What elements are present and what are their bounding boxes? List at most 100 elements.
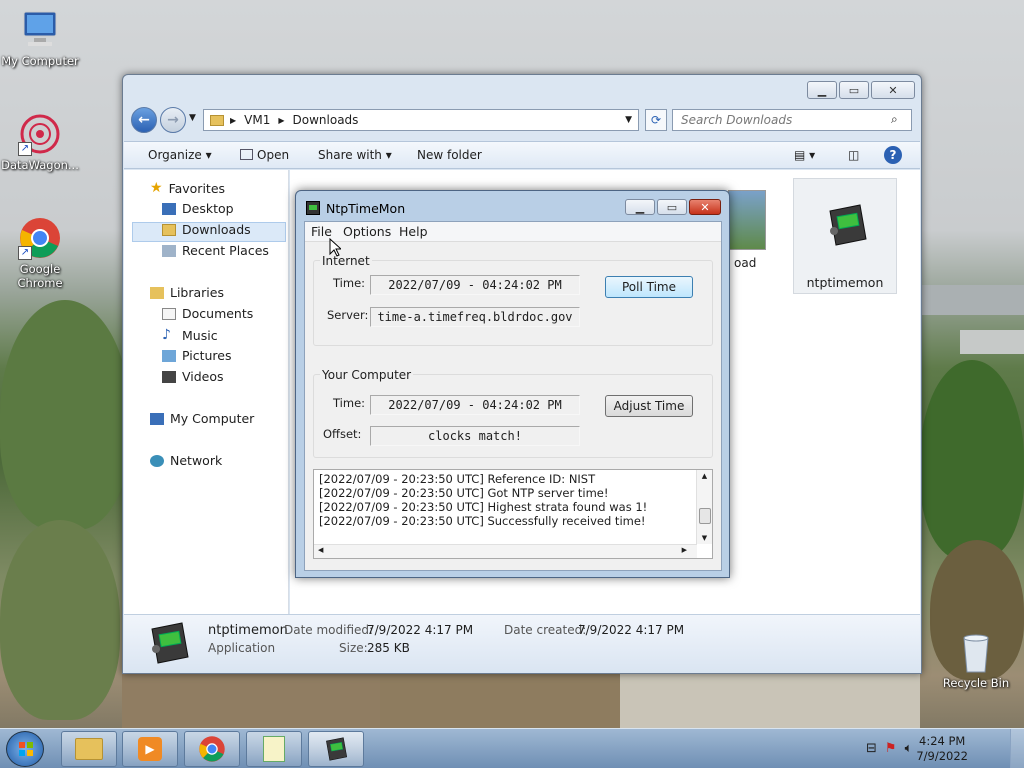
volume-icon[interactable]: 🔈︎ bbox=[905, 741, 913, 756]
details-file-name: ntptimemon bbox=[208, 623, 288, 638]
horizontal-scrollbar[interactable]: ◀ ▶ bbox=[314, 544, 697, 558]
share-with-menu[interactable]: Share with ▾ bbox=[318, 148, 392, 162]
nav-desktop[interactable]: Desktop bbox=[162, 201, 234, 216]
organize-menu[interactable]: Organize ▾ bbox=[148, 148, 212, 162]
computer-time-field: 2022/07/09 - 04:24:02 PM bbox=[370, 395, 580, 415]
desktop-icon-google-chrome[interactable]: ↗ Google Chrome bbox=[0, 216, 80, 290]
start-button[interactable] bbox=[6, 731, 44, 767]
taskbar-notepad-button[interactable] bbox=[246, 731, 302, 767]
desktop-icon-datawagon[interactable]: ↗ DataWagon... bbox=[0, 112, 80, 172]
minimize-button[interactable]: ▁ bbox=[807, 81, 837, 99]
recent-pages-dropdown-icon[interactable]: ▼ bbox=[189, 113, 196, 123]
close-button[interactable]: ✕ bbox=[689, 199, 721, 215]
clock[interactable]: 4:24 PM 7/9/2022 bbox=[916, 734, 968, 764]
back-button[interactable]: ← bbox=[131, 107, 157, 133]
computer-icon bbox=[150, 412, 164, 425]
address-dropdown-icon[interactable]: ▼ bbox=[625, 115, 632, 125]
menu-bar: File Options Help bbox=[305, 222, 721, 242]
maximize-button[interactable]: ▭ bbox=[657, 199, 687, 215]
videos-icon bbox=[162, 370, 176, 383]
media-player-icon: ▶ bbox=[138, 737, 162, 761]
window-controls: ▁ ▭ ✕ bbox=[625, 199, 721, 215]
scroll-right-icon[interactable]: ▶ bbox=[682, 546, 687, 554]
breadcrumb-vm1[interactable]: VM1 bbox=[244, 113, 270, 127]
maximize-button[interactable]: ▭ bbox=[839, 81, 869, 99]
nav-downloads[interactable]: Downloads bbox=[162, 222, 251, 237]
nav-documents[interactable]: Documents bbox=[162, 306, 253, 321]
action-center-icon[interactable]: ⚑ bbox=[885, 741, 897, 756]
recent-places-icon bbox=[162, 244, 176, 257]
desktop-icon-my-computer[interactable]: My Computer bbox=[0, 8, 80, 68]
taskbar-ntptimemon-button[interactable] bbox=[308, 731, 364, 767]
scroll-left-icon[interactable]: ◀ bbox=[318, 546, 323, 554]
close-button[interactable]: ✕ bbox=[871, 81, 915, 99]
menu-file[interactable]: File bbox=[311, 224, 332, 239]
nav-favorites[interactable]: ★ Favorites bbox=[150, 180, 225, 196]
adjust-time-button[interactable]: Adjust Time bbox=[605, 395, 693, 417]
offset-label: Offset: bbox=[323, 427, 362, 441]
nav-music[interactable]: ♪ Music bbox=[162, 327, 218, 343]
show-desktop-button[interactable] bbox=[1010, 729, 1024, 768]
your-computer-group-label: Your Computer bbox=[320, 368, 414, 382]
forward-button[interactable]: → bbox=[160, 107, 186, 133]
log-line: [2022/07/09 - 20:23:50 UTC] Got NTP serv… bbox=[319, 486, 609, 500]
file-label: oad bbox=[734, 256, 757, 270]
file-item-ntptimemon[interactable]: ntptimemon bbox=[793, 178, 897, 294]
scrollbar-thumb[interactable] bbox=[699, 508, 711, 524]
address-bar[interactable]: ▶ VM1 ▶ Downloads ▼ bbox=[203, 109, 639, 131]
minimize-button[interactable]: ▁ bbox=[625, 199, 655, 215]
help-icon[interactable]: ? bbox=[884, 146, 902, 164]
scroll-up-icon[interactable]: ▲ bbox=[697, 470, 712, 482]
chrome-icon: ↗ bbox=[18, 216, 62, 260]
details-modified-label: Date modified: bbox=[284, 623, 374, 637]
new-folder-button[interactable]: New folder bbox=[417, 148, 482, 162]
log-line: [2022/07/09 - 20:23:50 UTC] Reference ID… bbox=[319, 472, 596, 486]
image-thumbnail bbox=[728, 190, 766, 250]
open-button[interactable]: Open bbox=[240, 148, 289, 162]
log-line: [2022/07/09 - 20:23:50 UTC] Successfully… bbox=[319, 514, 646, 528]
breadcrumb-downloads[interactable]: Downloads bbox=[293, 113, 359, 127]
network-tray-icon[interactable]: ⊟ bbox=[866, 741, 877, 756]
nav-recent-places[interactable]: Recent Places bbox=[162, 243, 269, 258]
taskbar-chrome-button[interactable] bbox=[184, 731, 240, 767]
details-modified-value: 7/9/2022 4:17 PM bbox=[367, 623, 474, 637]
documents-icon bbox=[162, 307, 176, 320]
desktop-icon-recycle-bin[interactable]: Recycle Bin bbox=[936, 630, 1016, 690]
taskbar-explorer-button[interactable] bbox=[61, 731, 117, 767]
view-options-icon[interactable]: ▤ ▾ bbox=[794, 148, 815, 162]
search-input[interactable]: Search Downloads bbox=[672, 109, 912, 131]
ntptimemon-window[interactable]: NtpTimeMon ▁ ▭ ✕ File Options Help Inter… bbox=[295, 190, 730, 578]
shortcut-arrow-icon: ↗ bbox=[18, 246, 32, 260]
breadcrumb-separator-icon: ▶ bbox=[230, 115, 237, 125]
notepad-icon bbox=[263, 736, 285, 762]
nav-videos[interactable]: Videos bbox=[162, 369, 224, 384]
taskbar-media-player-button[interactable]: ▶ bbox=[122, 731, 178, 767]
internet-time-label: Time: bbox=[333, 276, 366, 290]
mouse-cursor-icon bbox=[329, 237, 343, 260]
nav-libraries[interactable]: Libraries bbox=[150, 285, 224, 300]
search-icon[interactable]: ⌕ bbox=[891, 112, 898, 127]
poll-time-button[interactable]: Poll Time bbox=[605, 276, 693, 298]
computer-time-label: Time: bbox=[333, 396, 366, 410]
downloads-folder-icon bbox=[162, 223, 176, 236]
menu-help[interactable]: Help bbox=[399, 224, 428, 239]
vertical-scrollbar[interactable]: ▲ ▼ bbox=[696, 470, 712, 544]
navigation-pane: ★ Favorites Desktop Downloads Recent Plac… bbox=[124, 170, 289, 614]
nav-pictures[interactable]: Pictures bbox=[162, 348, 232, 363]
preview-pane-icon[interactable]: ◫ bbox=[848, 148, 859, 162]
details-created-value: 7/9/2022 4:17 PM bbox=[578, 623, 685, 637]
ntptimemon-app-icon bbox=[326, 737, 348, 761]
internet-group bbox=[313, 260, 713, 346]
details-size-value: 285 KB bbox=[367, 641, 410, 655]
ntptimemon-app-icon bbox=[824, 201, 870, 252]
log-box[interactable]: [2022/07/09 - 20:23:50 UTC] Reference ID… bbox=[313, 469, 713, 559]
refresh-button[interactable]: ⟳ bbox=[645, 109, 667, 131]
desktop-icon bbox=[162, 202, 176, 215]
internet-group-label: Internet bbox=[320, 254, 372, 268]
scroll-down-icon[interactable]: ▼ bbox=[697, 532, 712, 544]
details-file-type: Application bbox=[208, 641, 276, 655]
menu-options[interactable]: Options bbox=[343, 224, 391, 239]
nav-my-computer[interactable]: My Computer bbox=[150, 411, 254, 426]
dialog-body: File Options Help Internet Time: 2022/07… bbox=[304, 221, 722, 571]
nav-network[interactable]: Network bbox=[150, 453, 222, 468]
